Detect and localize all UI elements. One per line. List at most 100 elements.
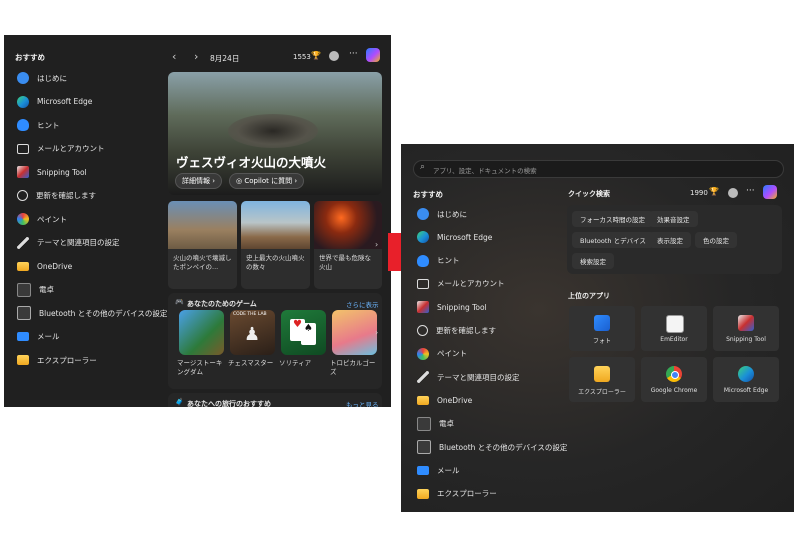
travel-title: あなたへの旅行のおすすめ <box>187 400 271 407</box>
top-app-snipping-tool[interactable]: Snipping Tool <box>713 306 779 351</box>
app-item[interactable]: 更新を確認します <box>417 320 496 342</box>
app-item[interactable]: ヒント <box>417 250 460 272</box>
top-app-photos[interactable]: フォト <box>569 306 635 351</box>
mail-icon <box>17 332 29 341</box>
mail-accounts-icon <box>417 278 429 289</box>
prev-date-icon[interactable]: ‹ <box>172 50 176 63</box>
games-section: 🎮 あなたのためのゲーム さらに表示 CODE THE LAB ♟ ♥ ♠ マー… <box>168 293 382 389</box>
recommended-heading: おすすめ <box>15 53 45 62</box>
rewards-trophy-icon: 🏆 <box>709 187 719 196</box>
app-item[interactable]: Snipping Tool <box>417 296 487 318</box>
app-item[interactable]: Snipping Tool <box>17 161 87 183</box>
quick-search-panel: フォーカス時間の設定 効果音設定 Bluetooth とデバイス 表示設定 色の… <box>567 205 782 274</box>
games-next-icon[interactable]: › <box>375 328 378 337</box>
more-options-icon[interactable]: ··· <box>349 49 358 59</box>
paint-icon <box>417 347 429 360</box>
app-item[interactable]: 電卓 <box>17 279 54 301</box>
app-label: ペイント <box>37 214 67 224</box>
edge-icon <box>417 231 429 244</box>
games-more-link[interactable]: さらに表示 <box>346 299 379 309</box>
copilot-icon[interactable] <box>763 185 777 199</box>
chip-search-settings[interactable]: 検索設定 <box>572 253 614 269</box>
chip-sound[interactable]: 効果音設定 <box>649 211 698 227</box>
app-label: エクスプローラー <box>437 489 497 499</box>
top-app-emeditor[interactable]: EmEditor <box>641 306 707 351</box>
top-app-chrome[interactable]: Google Chrome <box>641 357 707 402</box>
widgets-start-panel: おすすめ はじめに Microsoft Edge ヒント メールとアカウント Snipp… <box>4 35 391 407</box>
app-item[interactable]: ペイント <box>417 343 467 365</box>
chip-color[interactable]: 色の設定 <box>695 232 737 248</box>
avatar[interactable] <box>728 188 738 198</box>
top-apps-heading: 上位のアプリ <box>568 292 610 300</box>
ask-copilot-button[interactable]: ◎ Copilot に質問 › <box>229 173 305 189</box>
top-app-label: Microsoft Edge <box>723 387 769 394</box>
app-label: ペイント <box>437 349 467 359</box>
app-item[interactable]: はじめに <box>417 203 467 225</box>
calculator-icon <box>17 282 31 297</box>
news-card[interactable]: 火山の噴火で壊滅したポンペイの... <box>168 201 237 289</box>
details-button[interactable]: 詳細情報 › <box>175 173 223 189</box>
game-tile-chess-master[interactable]: CODE THE LAB ♟ <box>230 310 275 355</box>
chip-bluetooth[interactable]: Bluetooth とデバイス <box>572 232 654 248</box>
app-item[interactable]: OneDrive <box>417 389 472 411</box>
app-label: メールとアカウント <box>437 279 505 289</box>
app-item[interactable]: テーマと関連項目の設定 <box>417 366 520 388</box>
top-app-explorer[interactable]: エクスプローラー <box>569 357 635 402</box>
rewards-points[interactable]: 1553 <box>293 53 311 61</box>
app-label: メール <box>37 332 60 341</box>
date-label: 8月24日 <box>210 54 240 63</box>
games-title: あなたのためのゲーム <box>187 300 257 308</box>
app-item[interactable]: Microsoft Edge <box>17 91 92 113</box>
travel-more-link[interactable]: もっと見る <box>346 399 379 407</box>
app-label: 更新を確認します <box>436 326 496 335</box>
theme-pen-icon <box>17 236 29 249</box>
chip-focus[interactable]: フォーカス時間の設定 <box>572 211 653 227</box>
chip-display[interactable]: 表示設定 <box>649 232 691 248</box>
app-item[interactable]: メール <box>17 326 60 348</box>
quick-search-heading: クイック検索 <box>568 190 610 198</box>
app-item[interactable]: エクスプローラー <box>417 483 497 505</box>
game-tile-solitaire[interactable]: ♥ ♠ <box>281 310 326 355</box>
game-tile-tropical[interactable] <box>332 310 377 355</box>
app-label: エクスプローラー <box>37 355 97 365</box>
app-item[interactable]: ヒント <box>17 114 60 136</box>
app-item[interactable]: メール <box>417 459 460 481</box>
app-item[interactable]: 更新を確認します <box>17 185 96 207</box>
tips-icon <box>417 254 429 267</box>
app-item[interactable]: メールとアカウント <box>17 138 105 160</box>
app-item[interactable]: テーマと関連項目の設定 <box>17 232 120 254</box>
tips-icon <box>17 119 29 131</box>
app-item[interactable]: ペイント <box>17 208 67 230</box>
app-label: はじめに <box>437 209 467 219</box>
luggage-icon: 🧳 <box>175 398 184 406</box>
app-item[interactable]: Bluetooth とその他のデバイスの設定 <box>417 436 567 458</box>
game-tile-merge-kingdom[interactable] <box>179 310 224 355</box>
snipping-tool-icon <box>417 301 429 314</box>
app-item[interactable]: 電卓 <box>417 413 454 435</box>
more-options-icon[interactable]: ··· <box>746 186 755 196</box>
news-card[interactable]: 史上最大の火山噴火の数々 <box>241 201 310 289</box>
app-item[interactable]: メールとアカウント <box>417 273 505 295</box>
next-date-icon[interactable]: › <box>194 50 198 63</box>
gamepad-icon: 🎮 <box>175 298 184 306</box>
app-label: Bluetooth とその他のデバイスの設定 <box>439 442 568 452</box>
copilot-icon[interactable] <box>366 48 380 62</box>
app-label: Microsoft Edge <box>37 97 93 106</box>
hero-card[interactable]: ヴェスヴィオ火山の大噴火 詳細情報 › ◎ Copilot に質問 › <box>168 72 382 195</box>
app-item[interactable]: Bluetooth とその他のデバイスの設定 <box>17 302 167 324</box>
avatar[interactable] <box>329 51 339 61</box>
news-next-icon[interactable]: › <box>375 240 378 249</box>
app-item[interactable]: OneDrive <box>17 255 72 277</box>
rewards-points[interactable]: 1990 <box>690 189 708 197</box>
app-label: 電卓 <box>39 285 54 294</box>
app-item[interactable]: はじめに <box>17 67 67 89</box>
app-item[interactable]: Microsoft Edge <box>417 226 492 248</box>
top-app-edge[interactable]: Microsoft Edge <box>713 357 779 402</box>
search-box[interactable]: ⌕ アプリ、設定、ドキュメントの検索 <box>413 160 784 178</box>
app-label: テーマと関連項目の設定 <box>437 372 520 382</box>
game-label: チェスマスター <box>228 359 274 367</box>
app-item[interactable]: エクスプローラー <box>17 349 97 371</box>
news-card[interactable]: 世界で最も危険な火山 <box>314 201 382 289</box>
app-label: はじめに <box>37 73 67 83</box>
volcano-crater-image <box>228 114 318 148</box>
